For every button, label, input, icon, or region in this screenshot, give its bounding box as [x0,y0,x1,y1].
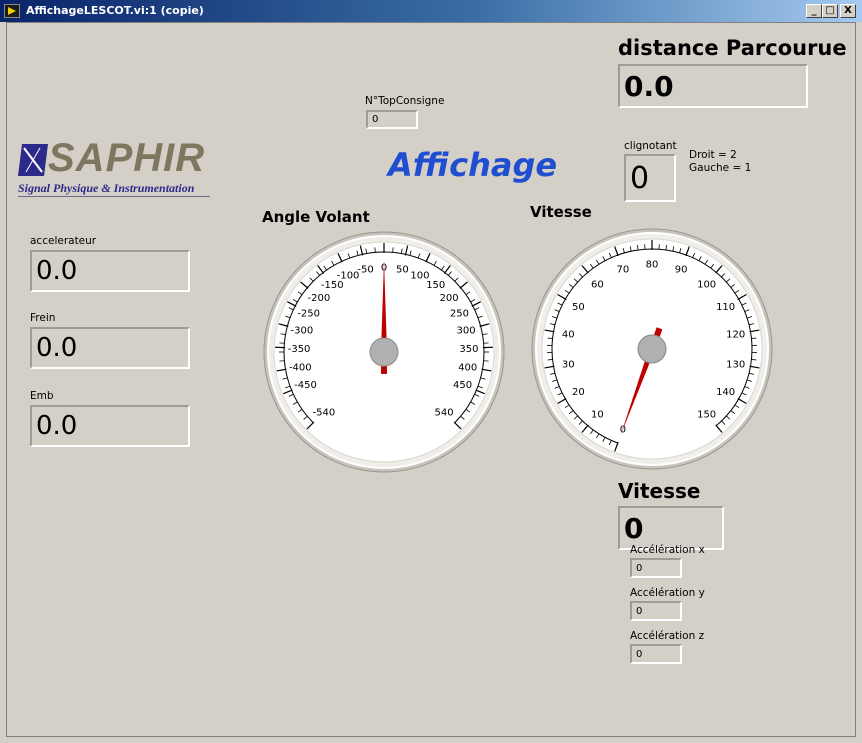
gauge-tick-label: 140 [716,387,735,398]
clignotant-droit-legend: Droit = 2 [689,149,737,161]
gauge-tick-label: -100 [337,270,360,281]
gauge-tick-label: -250 [297,308,320,319]
gauge-tick-label: 0 [620,424,626,435]
acceleration-y-value: 0 [636,605,643,617]
clignotant-value: 0 [630,160,650,196]
window-title: AffichageLESCOT.vi:1 (copie) [26,4,204,17]
gauge-tick-label: -200 [308,293,331,304]
labview-app-icon[interactable] [4,4,20,18]
frein-value: 0.0 [36,333,78,363]
gauge-tick-label: -350 [288,344,311,355]
vitesse-display-value: 0 [624,511,644,545]
accelerateur-value: 0.0 [36,256,78,286]
gauge-tick-label: -400 [289,362,312,373]
bottom-strip [0,737,862,743]
clignotant-gauche-legend: Gauche = 1 [689,162,752,174]
top-consigne-value: 0 [372,114,379,125]
gauge-tick-label: 100 [697,279,716,290]
gauge-tick-label: 50 [396,265,409,276]
top-consigne-indicator: 0 [366,110,418,129]
title-bar[interactable]: AffichageLESCOT.vi:1 (copie) _ □ X [0,0,862,22]
page-title: Affichage [388,146,558,184]
vitesse-gauge: 0 10 20 30 40 50 60 70 80 90 100 110 120 130 140 150 [531,228,773,470]
acceleration-z-indicator: 0 [630,644,682,664]
accelerateur-indicator: 0.0 [30,250,190,292]
gauge-tick-label: 80 [646,260,659,271]
gauge-hub [637,334,667,364]
emb-indicator: 0.0 [30,405,190,447]
gauge-tick-label: -150 [321,280,344,291]
acceleration-z-label: Accélération z [630,630,705,642]
gauge-tick-label: -50 [357,265,373,276]
gauge-tick-label: -300 [291,326,314,337]
accelerateur-label: accelerateur [30,235,97,247]
distance-label: distance Parcourue [618,36,847,60]
clignotant-label: clignotant [624,140,677,152]
acceleration-z-value: 0 [636,648,643,660]
gauge-minor-tick [547,359,553,361]
gauge-tick-label: 70 [617,265,630,276]
close-button[interactable]: X [840,4,856,18]
gauge-tick-label: 110 [716,302,735,313]
acceleration-x-indicator: 0 [630,558,682,578]
distance-indicator: 0.0 [618,64,808,108]
gauge-tick-label: 120 [726,330,745,341]
logo-underline [18,196,210,197]
saphir-logo-icon [18,144,48,176]
saphir-logo-subtitle: Signal Physique & Instrumentation [18,181,195,195]
acceleration-y-indicator: 0 [630,601,682,621]
gauge-tick-label: 10 [591,410,604,421]
gauge-tick-label: 450 [453,380,472,391]
emb-value: 0.0 [36,411,78,441]
gauge-tick-label: 130 [726,359,745,370]
gauge-minor-tick [751,337,757,339]
vitesse-display-label: Vitesse [618,479,701,503]
gauge-tick-label: 200 [440,293,459,304]
gauge-tick-label: 540 [435,408,454,419]
frein-indicator: 0.0 [30,327,190,369]
gauge-tick-label: 30 [562,359,575,370]
gauge-tick-label: 300 [457,326,476,337]
angle-volant-label: Angle Volant [262,208,370,226]
saphir-logo-text: SAPHIR [48,136,206,180]
vitesse-gauge-label: Vitesse [530,203,592,221]
gauge-tick-label: 250 [450,308,469,319]
clignotant-indicator: 0 [624,154,676,202]
gauge-tick-label: 350 [459,344,478,355]
gauge-hub [369,337,399,367]
gauge-tick-label: 150 [697,410,716,421]
gauge-tick-label: -540 [313,408,336,419]
emb-label: Emb [30,390,54,402]
gauge-tick-label: -450 [294,380,317,391]
top-consigne-label: N°TopConsigne [365,95,445,107]
acceleration-x-value: 0 [636,562,643,574]
gauge-tick-label: 90 [675,265,688,276]
angle-volant-gauge: -540-450-400-350-300-250-200-150-100-500… [263,231,505,473]
acceleration-x-label: Accélération x [630,544,705,556]
gauge-minor-tick [547,337,553,339]
gauge-tick-label: 20 [572,387,585,398]
acceleration-y-label: Accélération y [630,587,705,599]
distance-value: 0.0 [624,69,674,103]
gauge-tick-label: 150 [426,280,445,291]
gauge-minor-tick [751,359,757,361]
frein-label: Frein [30,312,56,324]
maximize-button[interactable]: □ [822,4,838,18]
gauge-tick-label: 400 [458,362,477,373]
minimize-button[interactable]: _ [806,4,822,18]
labview-window: AffichageLESCOT.vi:1 (copie) _ □ X SAPHI… [0,0,862,743]
gauge-tick-label: 40 [562,330,575,341]
gauge-tick-label: 60 [591,279,604,290]
gauge-tick-label: 50 [572,302,585,313]
